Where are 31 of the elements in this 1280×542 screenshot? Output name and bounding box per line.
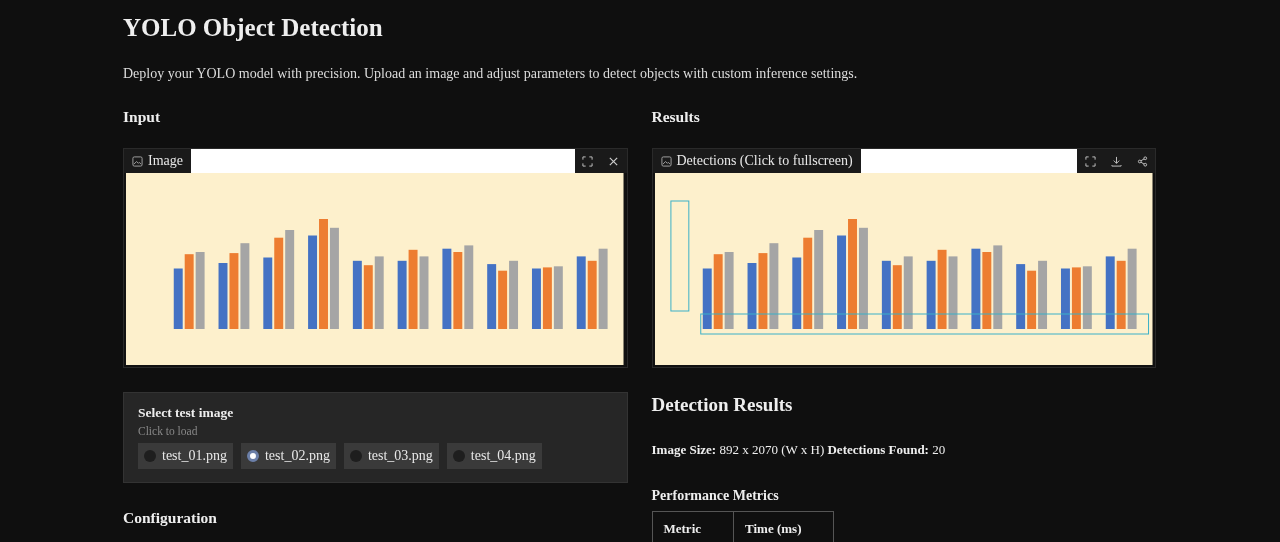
page-title: YOLO Object Detection bbox=[123, 13, 384, 42]
test-image-hint: Click to load bbox=[138, 425, 199, 437]
radio-button[interactable] bbox=[452, 450, 465, 462]
radio-button[interactable] bbox=[349, 450, 362, 462]
section-title: Detection Results bbox=[651, 394, 794, 416]
detections-label: Detections (Click to fullscreen) bbox=[652, 149, 861, 173]
share-icon bbox=[1136, 155, 1148, 167]
detections-panel[interactable]: Detections (Click to fullscreen) bbox=[651, 148, 1156, 368]
test-image-option[interactable]: test_02.png bbox=[240, 443, 336, 469]
input-heading: Input bbox=[123, 108, 162, 126]
column-header: Time (ms) bbox=[733, 511, 834, 542]
test-image-option[interactable]: test_01.png bbox=[138, 443, 233, 469]
download-icon bbox=[1110, 155, 1122, 167]
column-header: Metric bbox=[652, 511, 734, 542]
close-icon bbox=[608, 155, 619, 167]
fullscreen-icon bbox=[582, 155, 593, 167]
radio-button[interactable] bbox=[246, 450, 259, 462]
configuration-heading: Configuration bbox=[123, 509, 218, 527]
test-image-option[interactable]: test_04.png bbox=[446, 443, 542, 469]
page-description: Deploy your YOLO model with precision. Upload an image and adjust parameters to detect objects with custom inference settings. bbox=[123, 66, 859, 82]
results-heading: Results bbox=[651, 108, 701, 126]
image-icon bbox=[132, 155, 143, 167]
test-image-label: Select test image bbox=[138, 405, 235, 421]
fullscreen-icon bbox=[1084, 155, 1096, 167]
detection-summary: Image Size: 892 x 2070 (W x H) Detections Found: 20 bbox=[651, 442, 947, 458]
test-image-option[interactable]: test_03.png bbox=[343, 443, 439, 469]
image-panel[interactable]: Image bbox=[123, 148, 628, 368]
image-label: Image bbox=[124, 149, 191, 173]
metrics-heading: Performance Metrics bbox=[651, 488, 780, 504]
image-icon bbox=[660, 155, 672, 167]
radio-button[interactable] bbox=[144, 450, 156, 462]
